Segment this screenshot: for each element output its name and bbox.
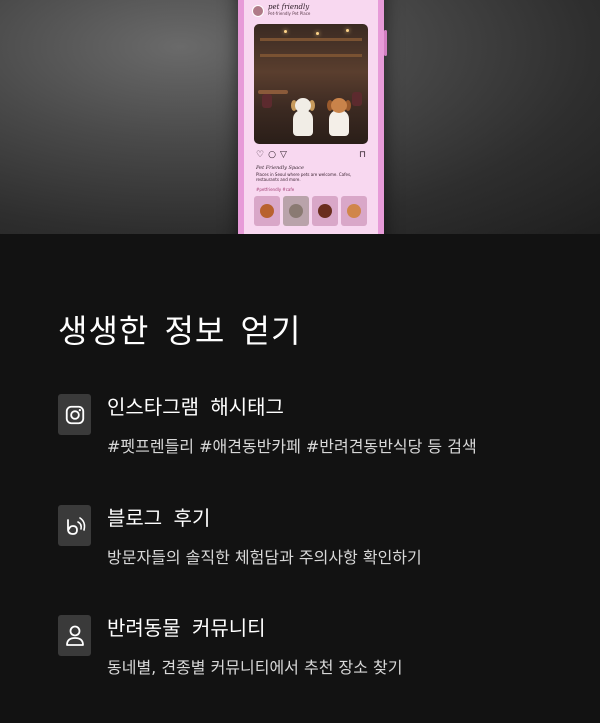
person-icon [58,615,91,656]
thumbnail [312,196,338,226]
feature-description: 동네별, 견종별 커뮤니티에서 추천 장소 찾기 [107,658,403,677]
post-hashtags: #petfriendly #cafe [256,187,295,192]
post-header: pet friendly Pet-friendly Pet Place [252,4,310,17]
dog-figure [326,98,352,136]
avatar [252,4,264,17]
heart-icon: ♡ [256,150,265,160]
phone-screen: pet friendly Pet-friendly Pet Place ♡ ○ … [244,0,378,234]
post-location: Pet-friendly Pet Place [268,11,311,16]
share-icon: ▽ [279,150,287,160]
post-photo [254,24,368,144]
post-username: pet friendly [268,3,310,11]
post-caption-title: Pet Friendly Space [256,165,304,171]
hero-image: pet friendly Pet-friendly Pet Place ♡ ○ … [0,0,600,234]
instagram-icon [58,394,91,435]
feature-title: 반려동물 커뮤니티 [107,616,266,640]
post-actions: ♡ ○ ▽ [256,150,287,160]
thumbnail [283,196,309,226]
bookmark-icon: ⊓ [358,150,366,160]
blog-icon [58,505,91,546]
comment-icon: ○ [268,150,276,160]
post-caption: Places in Seoul where pets are welcome. … [256,172,352,182]
feature-description: 방문자들의 솔직한 체험담과 주의사항 확인하기 [107,548,422,567]
feature-title: 블로그 후기 [107,506,211,530]
phone-side-button [384,30,387,56]
feature-description: #펫프렌들리 #애견동반카페 #반려견동반식당 등 검색 [107,437,477,456]
feature-title: 인스타그램 해시태그 [107,395,284,419]
dog-figure [290,98,316,136]
thumbnail [341,196,367,226]
thumbnail [254,196,280,226]
section-heading: 생생한 정보 얻기 [58,312,302,350]
phone-mockup: pet friendly Pet-friendly Pet Place ♡ ○ … [238,0,387,234]
thumbnail-row [254,196,367,226]
info-section: 생생한 정보 얻기 인스타그램 해시태그 #펫프렌들리 #애견동반카페 #반려견… [0,234,600,723]
